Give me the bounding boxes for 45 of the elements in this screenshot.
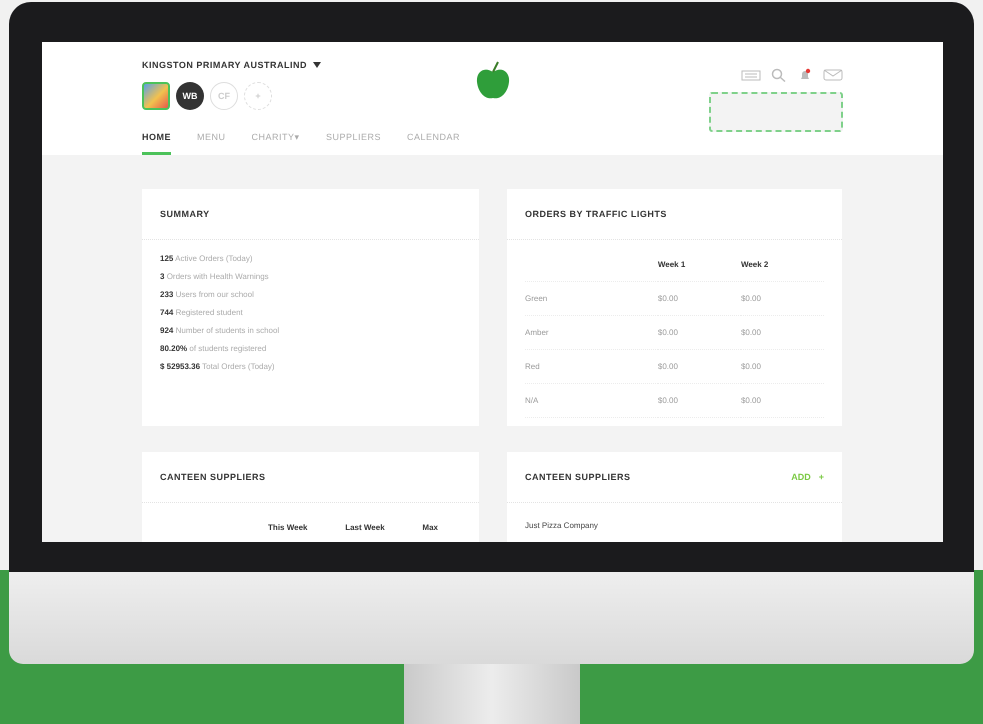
column-header: This Week — [268, 511, 346, 542]
column-header: Week 1 — [658, 248, 741, 282]
row-label: Green — [525, 282, 658, 316]
summary-line: $ 52953.36 Total Orders (Today) — [160, 362, 276, 371]
table-cell: $0.00 — [658, 316, 741, 350]
nav-tab[interactable]: CHARITY▾ — [252, 126, 300, 155]
nav-tab[interactable]: CALENDAR — [407, 126, 460, 155]
summary-line: 924 Number of students in school — [160, 326, 280, 335]
add-button[interactable]: ADD + — [791, 472, 824, 482]
row-label: N/A — [525, 384, 658, 418]
school-logo-avatar[interactable] — [142, 82, 170, 110]
mail-icon[interactable] — [823, 68, 843, 82]
summary-line: 744 Registered student — [160, 308, 244, 317]
table-cell: $0.00 — [740, 384, 824, 418]
summary-line: 233 Users from our school — [160, 290, 255, 299]
nav-tab[interactable]: MENU — [197, 126, 226, 155]
card-title: ORDERS BY TRAFFIC LIGHTS — [525, 209, 667, 219]
column-header: Week 2 — [740, 248, 824, 282]
table-cell: $0.00 — [740, 316, 824, 350]
card-title: CANTEEN SUPPLIERS — [160, 472, 266, 482]
action-button[interactable] — [709, 92, 843, 132]
table-cell: $0.00 — [740, 282, 824, 316]
card-title: SUMMARY — [160, 209, 210, 219]
nav-tab[interactable]: HOME — [142, 126, 171, 155]
avatar[interactable]: WB — [176, 82, 204, 110]
supplier-name[interactable]: Just Pizza Company — [507, 503, 842, 542]
row-label: Red — [525, 350, 658, 384]
column-header: Last Week — [345, 511, 422, 542]
row-label: Amber — [525, 316, 658, 350]
school-name: KINGSTON PRIMARY AUSTRALIND — [142, 60, 308, 70]
search-icon[interactable] — [771, 68, 787, 82]
column-header: Max — [422, 511, 461, 542]
summary-line: 80.20% of students registered — [160, 344, 268, 353]
nav-tab[interactable]: SUPPLIERS — [326, 126, 382, 155]
caret-icon[interactable] — [313, 62, 322, 68]
summary-line: 125 Active Orders (Today) — [160, 254, 254, 263]
table-cell: $0.00 — [658, 384, 741, 418]
add-avatar-button[interactable]: + — [244, 82, 272, 110]
table-cell: $0.00 — [658, 350, 741, 384]
table-cell: $0.00 — [740, 350, 824, 384]
card-title: CANTEEN SUPPLIERS — [525, 472, 631, 482]
table-cell: $0.00 — [658, 282, 741, 316]
dropdown-caret-icon: ▾ — [294, 132, 300, 142]
summary-line: 3 Orders with Health Warnings — [160, 272, 270, 281]
keyboard-icon[interactable] — [741, 68, 761, 82]
